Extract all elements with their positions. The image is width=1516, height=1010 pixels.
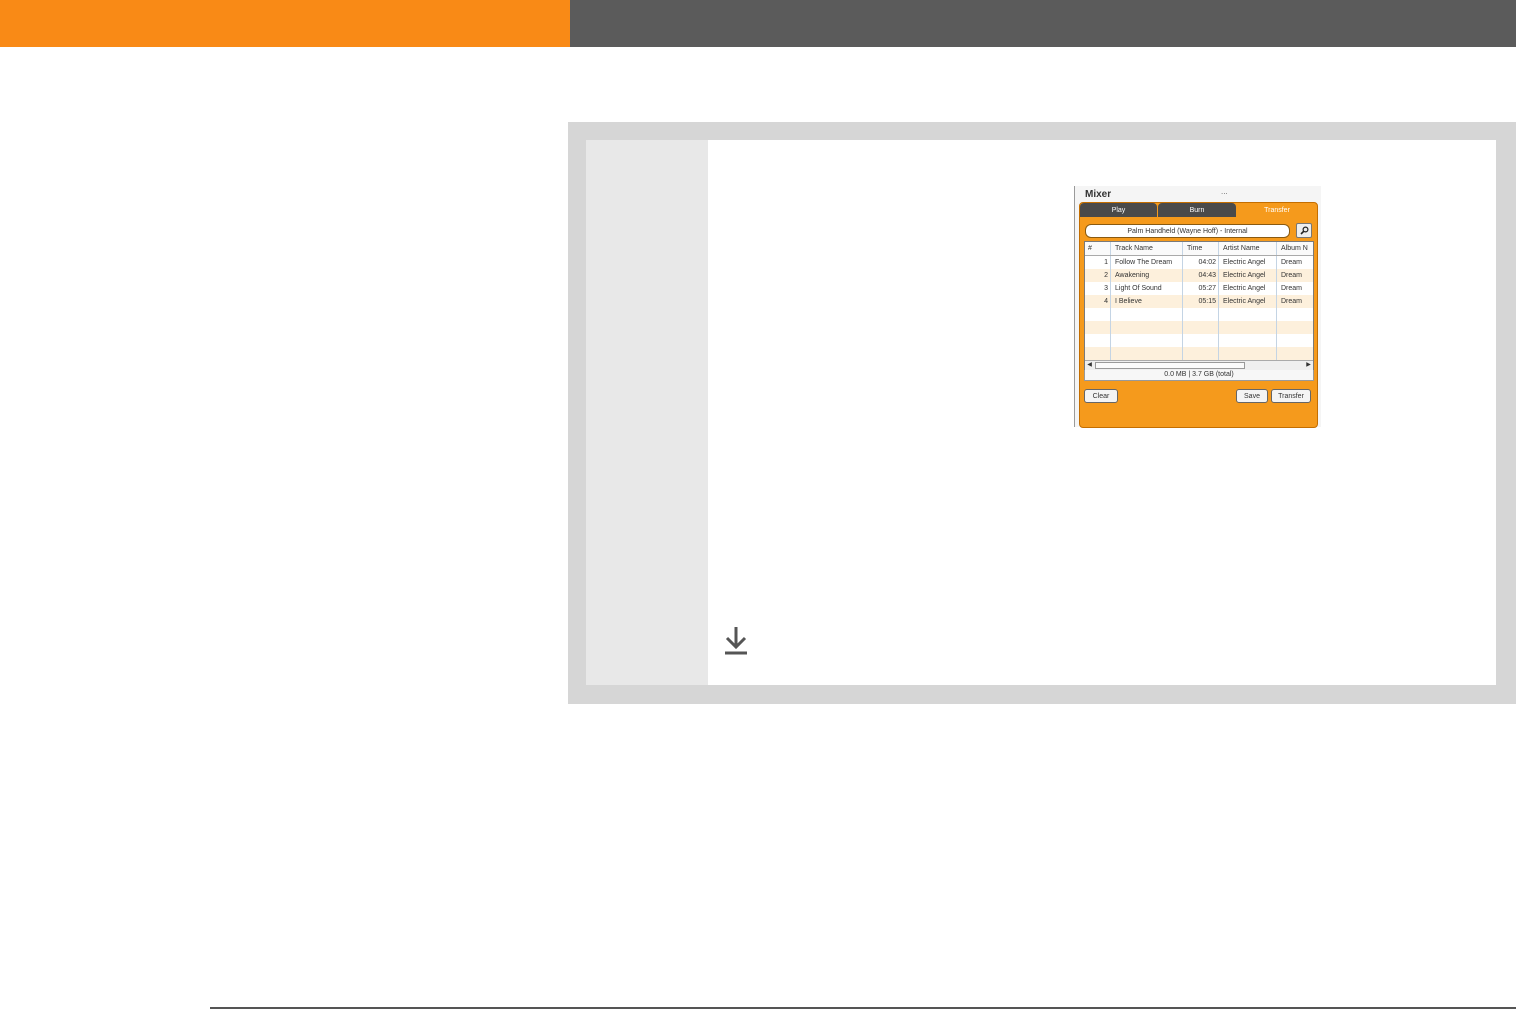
track-time: 04:02 (1184, 256, 1219, 269)
track-album: Dream (1281, 272, 1303, 279)
step-panel: Mixer ... Play Burn Transfer Palm Handhe… (568, 122, 1516, 704)
table-header-row: # Track Name Time Artist Name Album N (1085, 242, 1313, 256)
track-album: Dream (1281, 259, 1303, 266)
empty-row (1085, 334, 1313, 347)
device-select[interactable]: Palm Handheld (Wayne Hoff) - Internal (1085, 224, 1290, 238)
scroll-thumb[interactable] (1095, 362, 1245, 369)
track-number: 4 (1085, 295, 1111, 308)
column-header[interactable]: Time (1184, 242, 1219, 255)
mixer-body: Play Burn Transfer Palm Handheld (Wayne … (1079, 202, 1318, 428)
device-select-label: Palm Handheld (Wayne Hoff) - Internal (1127, 227, 1248, 235)
mixer-window: Mixer ... Play Burn Transfer Palm Handhe… (1074, 186, 1321, 428)
track-time: 05:27 (1184, 282, 1219, 295)
horizontal-scrollbar[interactable]: ◀ ▶ (1085, 360, 1313, 370)
mixer-title: Mixer (1085, 189, 1112, 200)
track-name: Awakening (1112, 269, 1183, 282)
column-header[interactable]: Artist Name (1220, 242, 1277, 255)
track-artist: Electric Angel (1220, 269, 1277, 282)
save-button[interactable]: Save (1236, 389, 1268, 403)
column-header[interactable]: Album N (1278, 242, 1313, 255)
empty-row (1085, 347, 1313, 360)
track-number: 3 (1085, 282, 1111, 295)
empty-row (1085, 321, 1313, 334)
clear-button[interactable]: Clear (1084, 389, 1118, 403)
footer-rule (210, 1007, 1516, 1009)
header-bar (570, 0, 1516, 47)
scroll-right-arrow-icon[interactable]: ▶ (1304, 361, 1313, 370)
track-time: 04:43 (1184, 269, 1219, 282)
table-row[interactable]: 1 Follow The Dream 04:02 Electric Angel … (1085, 256, 1313, 269)
track-artist: Electric Angel (1220, 282, 1277, 295)
track-album: Dream (1281, 285, 1303, 292)
track-number: 1 (1085, 256, 1111, 269)
table-row[interactable]: 3 Light Of Sound 05:27 Electric Angel Dr… (1085, 282, 1313, 295)
track-name: Light Of Sound (1112, 282, 1183, 295)
tab-burn[interactable]: Burn (1158, 203, 1236, 217)
table-row[interactable]: 4 I Believe 05:15 Electric Angel Dream (1085, 295, 1313, 308)
track-album: Dream (1281, 298, 1303, 305)
tab-transfer[interactable]: Transfer (1237, 203, 1317, 217)
mixer-title-dots: ... (1221, 187, 1228, 196)
magnifier-icon (1299, 226, 1309, 235)
track-table: # Track Name Time Artist Name Album N 1 … (1084, 241, 1314, 371)
search-button[interactable] (1296, 223, 1312, 238)
track-artist: Electric Angel (1220, 295, 1277, 308)
capacity-status: 0.0 MB | 3.7 GB (total) (1084, 370, 1314, 381)
table-row[interactable]: 2 Awakening 04:43 Electric Angel Dream (1085, 269, 1313, 282)
track-time: 05:15 (1184, 295, 1219, 308)
tab-play[interactable]: Play (1080, 203, 1157, 217)
empty-row (1085, 308, 1313, 321)
header-accent-bar (0, 0, 570, 47)
track-number: 2 (1085, 269, 1111, 282)
scroll-left-arrow-icon[interactable]: ◀ (1085, 361, 1094, 370)
column-header[interactable]: Track Name (1112, 242, 1183, 255)
step-content: Mixer ... Play Burn Transfer Palm Handhe… (708, 140, 1496, 685)
column-header[interactable]: # (1085, 242, 1111, 255)
track-artist: Electric Angel (1220, 256, 1277, 269)
download-arrow-icon (725, 627, 747, 655)
step-number-column (586, 140, 708, 685)
transfer-button[interactable]: Transfer (1271, 389, 1311, 403)
track-name: Follow The Dream (1112, 256, 1183, 269)
track-name: I Believe (1112, 295, 1183, 308)
